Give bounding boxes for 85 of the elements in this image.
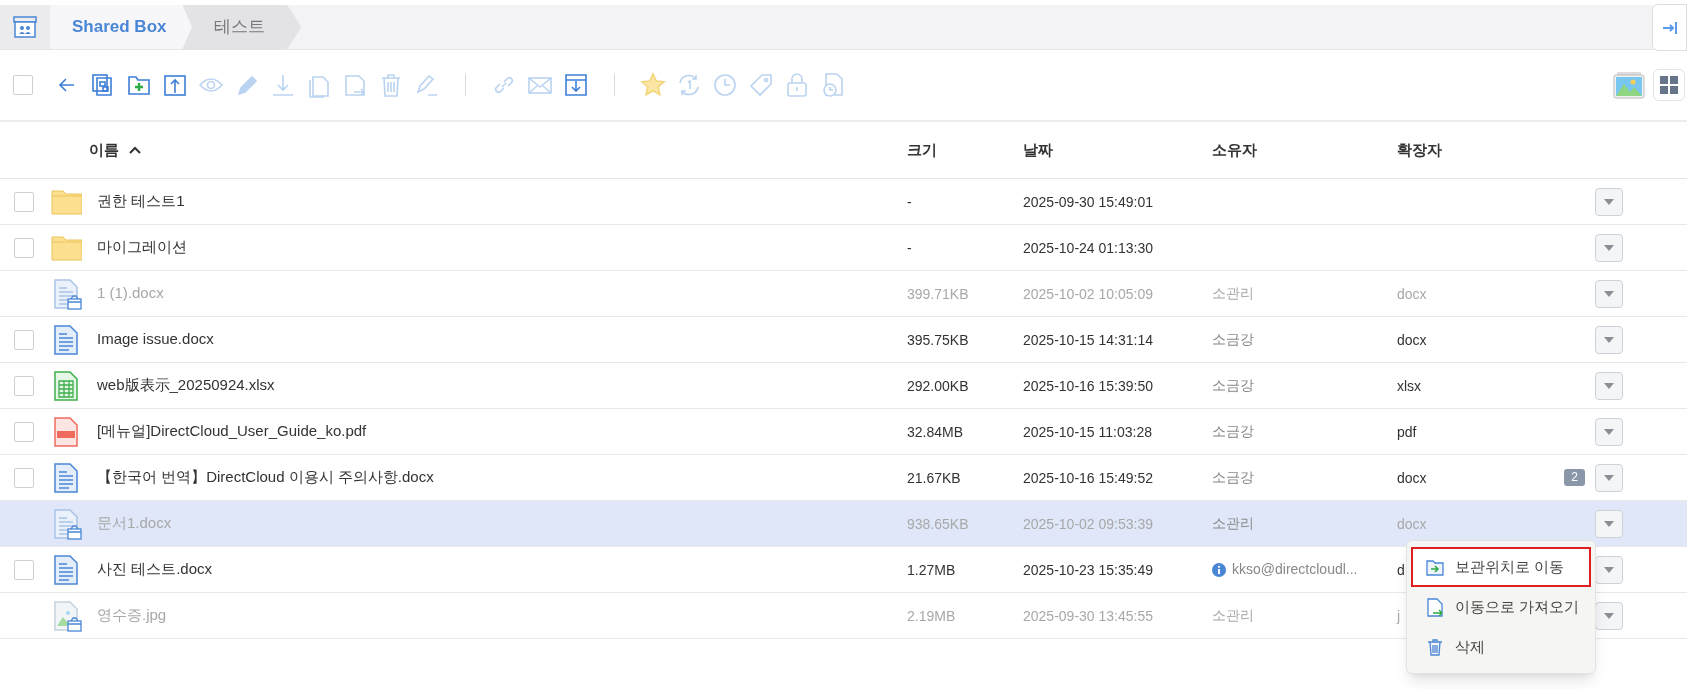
caret-icon (1603, 427, 1615, 436)
row-checkbox[interactable] (14, 191, 34, 212)
row-menu-button[interactable] (1595, 463, 1623, 492)
row-checkbox[interactable] (14, 559, 34, 580)
thumbnail-view-icon[interactable] (1613, 71, 1645, 99)
row-checkbox[interactable] (14, 467, 34, 488)
caret-icon (1603, 289, 1615, 298)
table-cell: docx (1397, 515, 1427, 532)
row-checkbox[interactable] (14, 329, 34, 350)
table-cell: 32.84MB (907, 423, 964, 440)
row-menu-button[interactable] (1595, 509, 1623, 538)
caret-icon (1603, 519, 1615, 528)
table-cell: 938.65KB (907, 515, 969, 532)
caret-icon (1603, 381, 1615, 390)
table-cell-text: kkso@directcloudl... (1232, 560, 1358, 579)
caret-icon (1603, 197, 1615, 206)
grid-icon (1659, 75, 1679, 95)
box-icon[interactable] (0, 5, 50, 49)
table-cell: 399.71KB (907, 285, 969, 302)
row-menu-button[interactable] (1595, 555, 1623, 584)
file-name[interactable]: 마이그레이션 (97, 236, 187, 259)
trash-icon (1425, 637, 1445, 657)
table-cell: docx (1397, 285, 1427, 302)
table-cell: 2025-10-15 11:03:28 (1023, 423, 1152, 440)
file-name[interactable]: 【한국어 번역】DirectCloud 이용시 주의사항.docx (97, 466, 434, 489)
grid-view-button[interactable] (1653, 69, 1685, 101)
row-menu-button[interactable] (1595, 279, 1623, 308)
table-cell: 2025-10-15 14:31:14 (1023, 331, 1153, 348)
row-checkbox[interactable] (14, 375, 34, 396)
collapse-button[interactable] (1652, 4, 1687, 51)
file-name[interactable]: web版表示_20250924.xlsx (97, 374, 275, 397)
table-cell: pdf (1397, 423, 1417, 440)
table-cell-text: 소금강 (1212, 422, 1254, 441)
table-cell: 2025-10-24 01:13:30 (1023, 239, 1153, 256)
row-checkbox[interactable] (14, 421, 34, 442)
column-header[interactable]: 소유자 (1212, 138, 1257, 162)
row-menu-button[interactable] (1595, 187, 1623, 216)
table-cell: - (907, 193, 912, 210)
table-cell: 2025-09-30 13:45:55 (1023, 607, 1153, 624)
table-cell: 2025-09-30 15:49:01 (1023, 193, 1153, 210)
breadcrumb-item[interactable]: 테스트 (182, 5, 302, 49)
column-header[interactable]: 크기 (907, 138, 937, 162)
table-cell: docx (1397, 331, 1427, 348)
caret-icon (1603, 335, 1615, 344)
table-cell: j (1397, 607, 1401, 624)
column-header[interactable]: 확장자 (1397, 138, 1442, 162)
table-cell: 2025-10-02 09:53:39 (1023, 515, 1153, 532)
table-cell-text: 소금강 (1212, 330, 1254, 349)
table-cell: 395.75KB (907, 331, 969, 348)
table-cell: d (1397, 561, 1405, 578)
row-menu-button[interactable] (1595, 371, 1623, 400)
table-cell: 2.19MB (907, 607, 956, 624)
table-cell: 21.67KB (907, 469, 961, 486)
table-cell: 2025-10-23 15:35:49 (1023, 561, 1153, 578)
table-cell-text: 소관리 (1212, 514, 1254, 533)
column-header[interactable]: 날짜 (1023, 138, 1053, 162)
row-menu-button[interactable] (1595, 601, 1623, 630)
row-menu-button[interactable] (1595, 417, 1623, 446)
table-cell: docx (1397, 469, 1427, 486)
table-cell-text: 소금강 (1212, 376, 1254, 395)
select-all-checkbox[interactable] (13, 75, 33, 95)
row-checkbox[interactable] (14, 237, 34, 258)
caret-icon (1603, 565, 1615, 574)
row-menu-button[interactable] (1595, 233, 1623, 262)
table-cell: 2025-10-16 15:49:52 (1023, 469, 1153, 486)
menu-item[interactable]: 보관위치로 이동 (1411, 547, 1591, 587)
file-name[interactable]: [메뉴얼]DirectCloud_User_Guide_ko.pdf (97, 420, 367, 443)
table-cell: 292.00KB (907, 377, 969, 394)
file-name[interactable]: Image issue.docx (97, 328, 214, 351)
arrow-to-bar-icon (1661, 20, 1678, 35)
table-cell: 2025-10-02 10:05:09 (1023, 285, 1153, 302)
caret-icon (1603, 473, 1615, 482)
table-cell-text: 소금강 (1212, 468, 1254, 487)
table-cell-text: 소관리 (1212, 284, 1254, 303)
file-name[interactable]: 사진 테스트.docx (97, 558, 213, 581)
table-cell: 1.27MB (907, 561, 956, 578)
table-cell: - (907, 239, 912, 256)
caret-icon (1603, 611, 1615, 620)
table-cell: 2025-10-16 15:39:50 (1023, 377, 1153, 394)
table-cell: xlsx (1397, 377, 1422, 394)
table-cell-text: 소관리 (1212, 606, 1254, 625)
column-header[interactable]: 이름 (89, 138, 119, 162)
file-name[interactable]: 권한 테스트1 (97, 190, 185, 213)
caret-icon (1603, 243, 1615, 252)
row-menu-button[interactable] (1595, 325, 1623, 354)
